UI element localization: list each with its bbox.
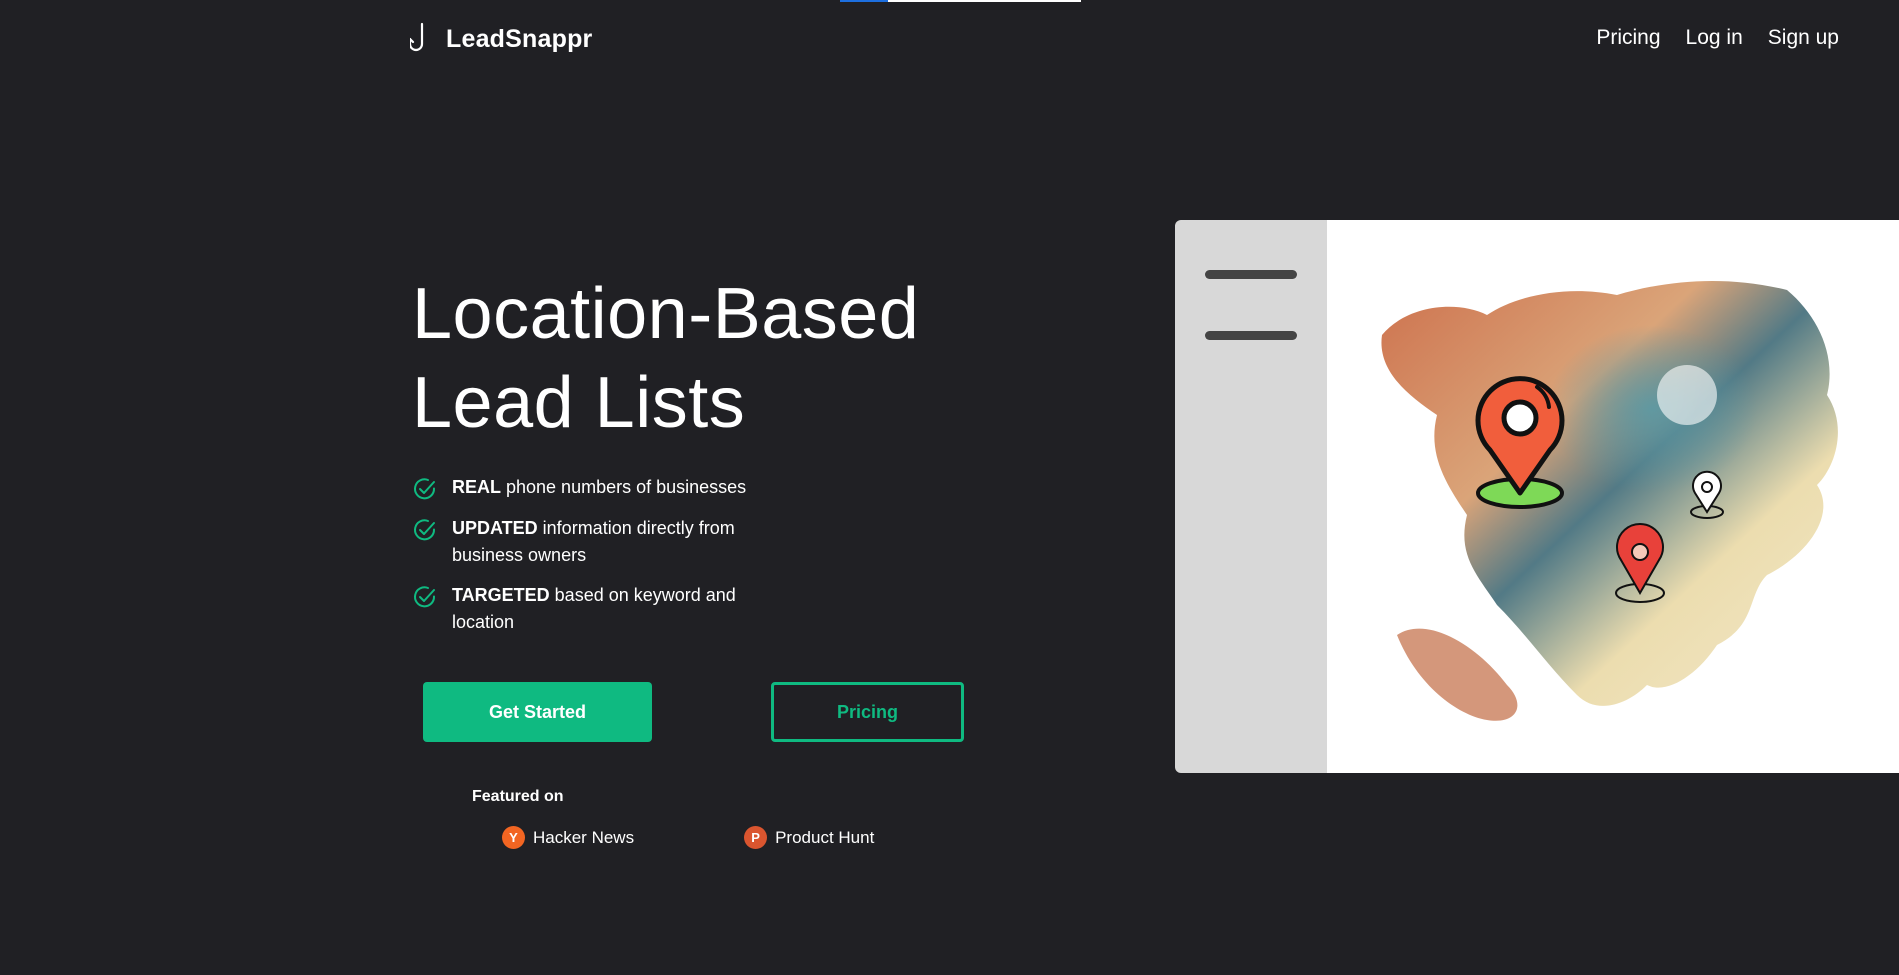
- top-nav: Pricing Log in Sign up: [1596, 26, 1839, 50]
- hacker-news-link[interactable]: Y Hacker News: [502, 826, 634, 849]
- mockup-menu-line: [1205, 331, 1297, 340]
- nav-pricing-link[interactable]: Pricing: [1596, 26, 1660, 50]
- get-started-button[interactable]: Get Started: [423, 682, 652, 742]
- pricing-button[interactable]: Pricing: [771, 682, 964, 742]
- nav-login-link[interactable]: Log in: [1686, 26, 1743, 50]
- mockup-sidebar: [1175, 220, 1327, 773]
- featured-on-label: Featured on: [472, 788, 564, 805]
- fishing-hook-icon: [410, 22, 424, 52]
- check-circle-icon: [414, 586, 436, 608]
- feature-text: TARGETED based on keyword and location: [452, 585, 736, 632]
- page-load-progress: [840, 0, 1081, 2]
- brand-name: LeadSnappr: [446, 24, 593, 53]
- feature-item: TARGETED based on keyword and location: [412, 582, 772, 636]
- product-hunt-link[interactable]: P Product Hunt: [744, 826, 874, 849]
- hero-title-line-2: Lead Lists: [412, 363, 746, 443]
- featured-on-links: Y Hacker News P Product Hunt: [502, 826, 874, 849]
- hacker-news-label: Hacker News: [533, 827, 635, 847]
- hero-title-line-1: Location-Based: [412, 274, 920, 354]
- hero-title: Location-Based Lead Lists: [412, 270, 972, 448]
- mockup-menu-line: [1205, 270, 1297, 279]
- product-hunt-icon: P: [744, 826, 768, 849]
- check-circle-icon: [414, 478, 436, 500]
- check-circle-icon: [414, 519, 436, 541]
- feature-list: REAL phone numbers of businesses UPDATED…: [412, 474, 772, 649]
- hacker-news-icon: Y: [502, 826, 525, 849]
- feature-text: REAL phone numbers of businesses: [452, 477, 747, 497]
- north-america-map-illustration: [1381, 280, 1838, 721]
- feature-item: UPDATED information directly from busine…: [412, 515, 772, 569]
- feature-text: UPDATED information directly from busine…: [452, 518, 735, 565]
- app-preview-mockup: [1175, 220, 1899, 773]
- product-hunt-label: Product Hunt: [775, 827, 875, 847]
- nav-signup-link[interactable]: Sign up: [1768, 26, 1839, 50]
- feature-item: REAL phone numbers of businesses: [412, 474, 772, 502]
- mockup-content: [1327, 220, 1899, 773]
- brand-logo-link[interactable]: LeadSnappr: [410, 22, 592, 56]
